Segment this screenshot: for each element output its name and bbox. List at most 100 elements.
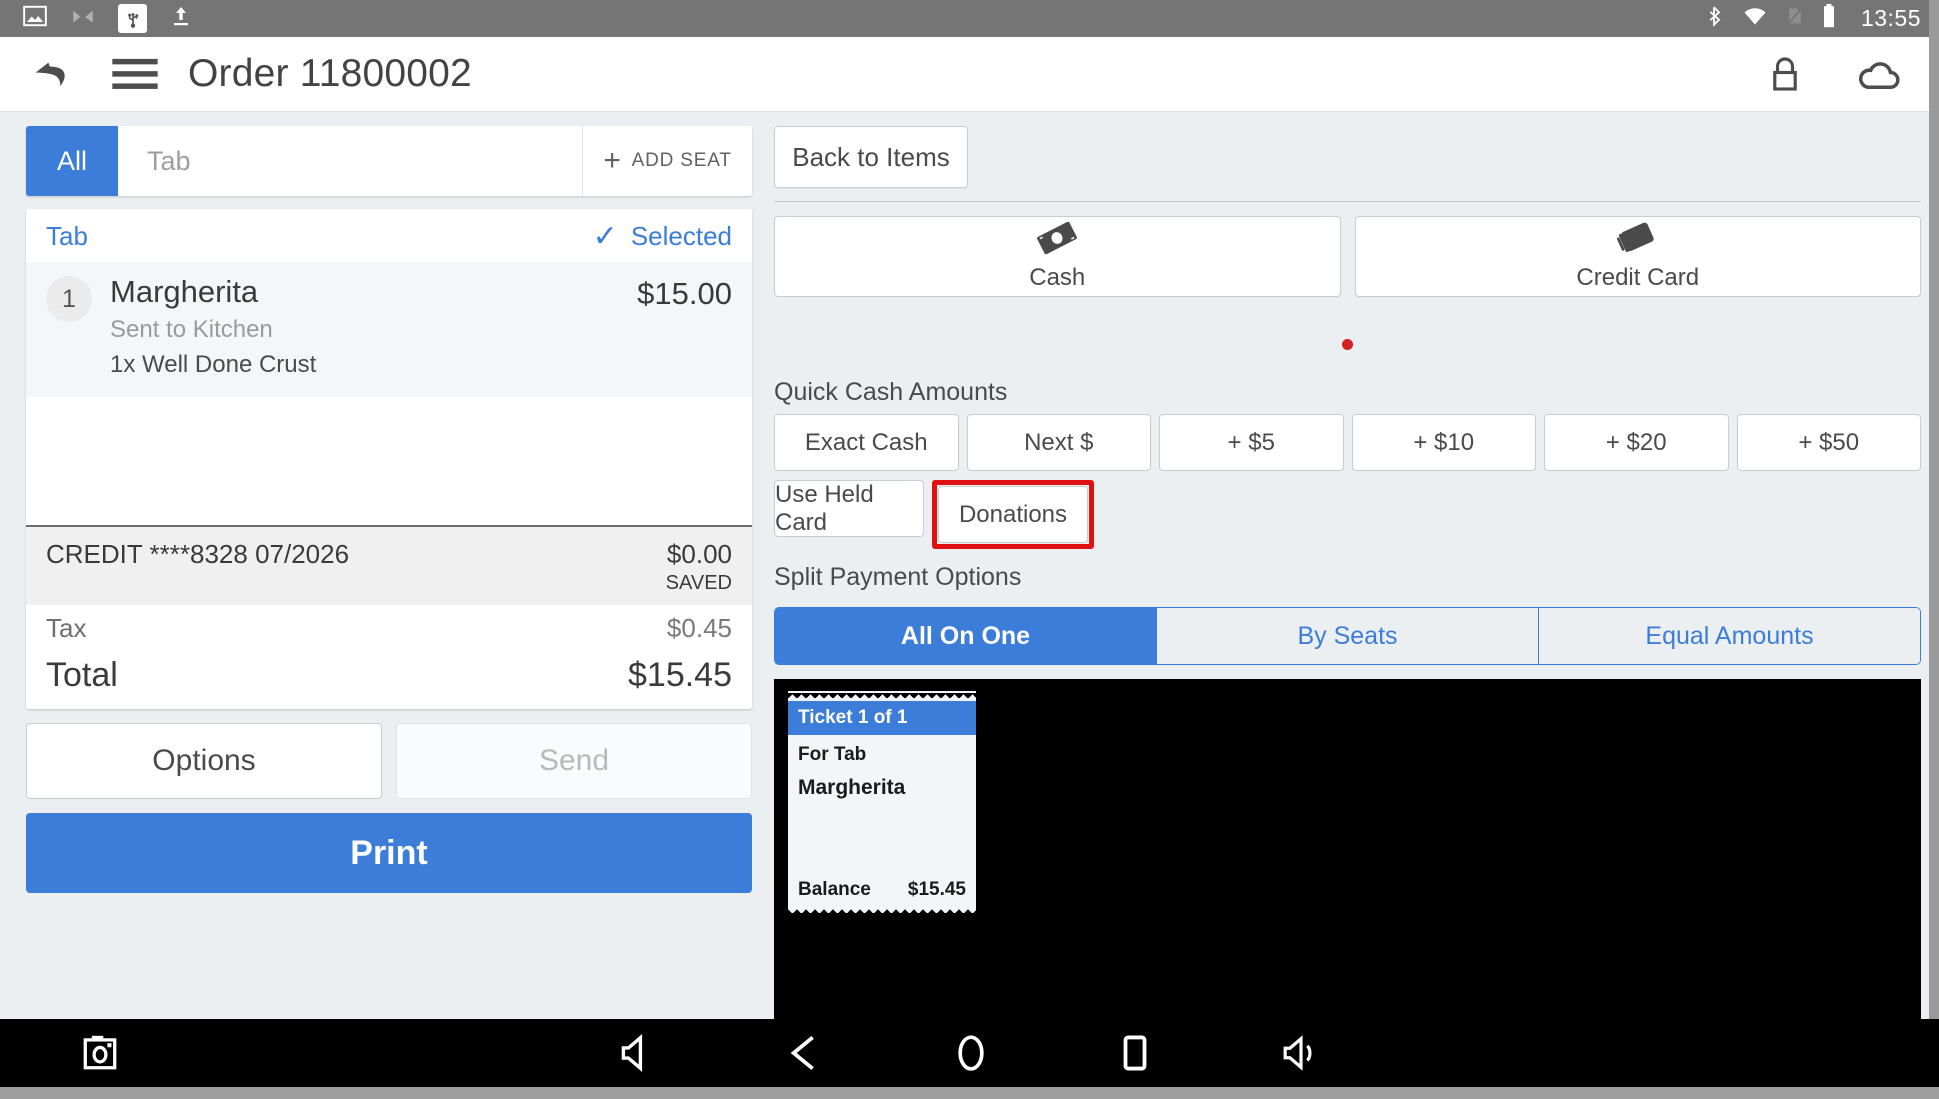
ticket-item-name: Margherita: [798, 776, 906, 799]
quick-cash-exact[interactable]: Exact Cash: [774, 414, 959, 471]
donations-highlight-box: Donations: [932, 480, 1094, 549]
tab-seat-tab[interactable]: Tab: [118, 126, 582, 196]
back-arrow-icon[interactable]: [26, 53, 76, 95]
quick-cash-plus-50[interactable]: + $50: [1736, 414, 1921, 471]
app-bar: Order 11800002: [0, 37, 1939, 112]
ticket-card[interactable]: Ticket 1 of 1 For Tab Margherita Balance…: [788, 691, 976, 913]
add-seat-label: ADD SEAT: [631, 150, 732, 171]
split-option-by-seats[interactable]: By Seats: [1156, 608, 1538, 664]
options-button[interactable]: Options: [26, 723, 382, 799]
app-bar-actions: [1767, 54, 1917, 94]
item-modifier: 1x Well Done Crust: [110, 350, 317, 378]
order-selected-indicator[interactable]: ✓ Selected: [593, 221, 732, 252]
seat-tabs-bar: All Tab + ADD SEAT: [26, 126, 752, 196]
item-price: $15.00: [637, 276, 732, 311]
page-title: Order 11800002: [188, 52, 472, 95]
cash-bill-icon: [1035, 221, 1079, 260]
ticket-top-edge: [788, 691, 976, 698]
volume-up-icon[interactable]: [1282, 1034, 1320, 1072]
split-option-all-on-one[interactable]: All On One: [775, 608, 1156, 664]
usb-icon: [118, 4, 147, 33]
totals-row-tax: Tax $0.45: [26, 605, 752, 652]
hamburger-menu-icon[interactable]: [112, 57, 158, 91]
pay-cash-label: Cash: [1029, 264, 1086, 291]
pay-cash-button[interactable]: Cash: [774, 216, 1341, 297]
pay-credit-card-button[interactable]: Credit Card: [1354, 216, 1921, 297]
add-seat-button[interactable]: + ADD SEAT: [582, 126, 752, 196]
saved-card-label: CREDIT ****8328 07/2026: [46, 539, 350, 569]
volume-down-icon[interactable]: [620, 1034, 654, 1072]
cast-off-icon: [70, 3, 96, 34]
quick-cash-row-2: Use Held Card Donations: [774, 480, 1921, 549]
home-circle-icon[interactable]: [954, 1033, 988, 1073]
payment-method-buttons: Cash Credit Card: [774, 216, 1921, 297]
quick-cash-row-1: Exact Cash Next $ + $5 + $10 + $20 + $50: [774, 414, 1921, 471]
tab-all[interactable]: All: [26, 126, 118, 196]
quick-cash-next-dollar[interactable]: Next $: [966, 414, 1151, 471]
tax-label: Tax: [46, 613, 87, 643]
cloud-icon[interactable]: [1855, 56, 1903, 92]
selected-label: Selected: [630, 221, 732, 251]
screenshot-icon[interactable]: [82, 1033, 118, 1073]
image-icon: [22, 3, 48, 34]
order-card-header: Tab ✓ Selected: [26, 209, 752, 262]
nav-bar-buttons: [620, 1033, 1320, 1073]
status-bar-clock: 13:55: [1860, 5, 1921, 31]
tax-value: $0.45: [666, 613, 732, 643]
android-status-bar: 13:55: [0, 0, 1939, 37]
panel-divider: [774, 201, 1921, 202]
item-quantity-badge: 1: [46, 276, 92, 322]
sim-card-off-icon: [1785, 4, 1805, 33]
ticket-header: Ticket 1 of 1: [788, 701, 976, 735]
quick-cash-plus-5[interactable]: + $5: [1159, 414, 1344, 471]
quick-cash-plus-10[interactable]: + $10: [1351, 414, 1536, 471]
pay-credit-card-label: Credit Card: [1576, 264, 1700, 291]
item-status: Sent to Kitchen: [110, 315, 273, 343]
ticket-preview-area: Ticket 1 of 1 For Tab Margherita Balance…: [774, 679, 1921, 1019]
loading-indicator-dot: [1342, 339, 1353, 350]
bluetooth-icon: [1703, 4, 1725, 33]
saved-card-badge: SAVED: [665, 572, 732, 594]
battery-icon: [1821, 3, 1837, 34]
saved-card-amount: $0.00: [666, 539, 732, 569]
screen-bottom-edge: [0, 1087, 1939, 1099]
ticket-bottom-edge: [788, 906, 976, 913]
split-option-equal-amounts[interactable]: Equal Amounts: [1538, 608, 1920, 664]
screen-right-edge: [1929, 0, 1939, 1019]
ticket-balance-value: $15.45: [907, 879, 966, 900]
back-triangle-icon[interactable]: [787, 1034, 821, 1072]
order-group-label: Tab: [46, 221, 88, 251]
quick-cash-section-label: Quick Cash Amounts: [774, 378, 1008, 406]
total-label: Total: [46, 656, 118, 694]
order-card: Tab ✓ Selected 1 Margherita Sent to Kitc…: [26, 209, 752, 709]
order-line-item[interactable]: 1 Margherita Sent to Kitchen 1x Well Don…: [26, 262, 752, 397]
main-content: All Tab + ADD SEAT Tab ✓ Selected 1 Marg…: [0, 112, 1939, 1019]
status-bar-right-icons: 13:55: [1703, 3, 1921, 34]
print-button[interactable]: Print: [26, 813, 752, 893]
recents-square-icon[interactable]: [1121, 1034, 1149, 1072]
quick-cash-row-2-spacer: [1102, 480, 1921, 549]
back-to-items-button[interactable]: Back to Items: [774, 126, 968, 188]
ticket-for-label: For Tab: [798, 744, 867, 765]
quick-cash-plus-20[interactable]: + $20: [1544, 414, 1729, 471]
item-details: Margherita Sent to Kitchen 1x Well Done …: [110, 274, 625, 379]
payment-panel: Back to Items Cash Credit Card Quick Cas…: [766, 112, 1939, 1019]
split-payment-section-label: Split Payment Options: [774, 563, 1022, 591]
order-list-empty-space: [26, 396, 752, 525]
donations-button[interactable]: Donations: [938, 486, 1088, 543]
split-payment-segmented-control: All On One By Seats Equal Amounts: [774, 607, 1921, 665]
total-value: $15.45: [628, 656, 732, 694]
totals-row-total: Total $15.45: [26, 652, 752, 709]
lock-icon[interactable]: [1767, 54, 1803, 94]
upload-icon: [169, 4, 193, 33]
order-action-buttons: Options Send: [26, 723, 752, 799]
wifi-icon: [1741, 4, 1769, 33]
saved-card-values: $0.00 SAVED: [666, 539, 732, 595]
check-icon: ✓: [592, 219, 618, 253]
app-screen: 13:55 Order 11800002 All Tab + ADD SEAT …: [0, 0, 1939, 1099]
plus-icon: +: [603, 144, 622, 177]
order-panel: All Tab + ADD SEAT Tab ✓ Selected 1 Marg…: [0, 112, 766, 1019]
totals-row-saved-card: CREDIT ****8328 07/2026 $0.00 SAVED: [26, 527, 752, 605]
item-name: Margherita: [110, 274, 259, 309]
use-held-card-button[interactable]: Use Held Card: [774, 480, 924, 537]
